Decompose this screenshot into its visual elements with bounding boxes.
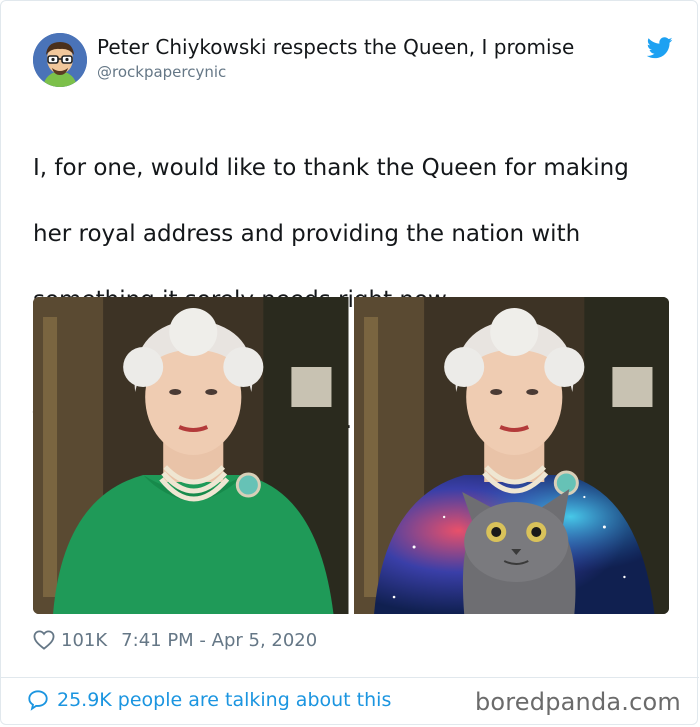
tweet-media (33, 297, 669, 614)
conversation-link[interactable]: 25.9K people are talking about this (27, 689, 391, 711)
avatar-illustration (33, 33, 87, 87)
photo-original[interactable] (33, 297, 349, 614)
display-name[interactable]: Peter Chiykowski respects the Queen, I p… (97, 35, 574, 59)
speech-bubble-icon (28, 690, 48, 711)
photo-edited[interactable] (353, 297, 669, 614)
tweet-meta: 101K 7:41 PM - Apr 5, 2020 (33, 627, 317, 653)
twitter-bird-icon[interactable] (647, 37, 673, 59)
like-count[interactable]: 101K (61, 630, 107, 651)
tweet-card: Peter Chiykowski respects the Queen, I p… (0, 0, 699, 725)
watermark: boredpanda.com (474, 688, 681, 716)
divider (1, 677, 699, 678)
photo-original-illustration (33, 297, 349, 614)
tweet-text-line: I, for one, would like to thank the Quee… (33, 155, 629, 181)
tweet-text-line: her royal address and providing the nati… (33, 221, 581, 247)
heart-icon[interactable] (33, 630, 55, 650)
user-handle[interactable]: @rockpapercynic (97, 63, 574, 81)
avatar[interactable] (33, 33, 87, 87)
author-names: Peter Chiykowski respects the Queen, I p… (97, 35, 574, 81)
photo-edited-illustration (353, 297, 669, 614)
conversation-link-label: 25.9K people are talking about this (57, 689, 392, 711)
tweet-timestamp[interactable]: 7:41 PM - Apr 5, 2020 (121, 630, 317, 651)
tweet-header: Peter Chiykowski respects the Queen, I p… (33, 33, 673, 89)
